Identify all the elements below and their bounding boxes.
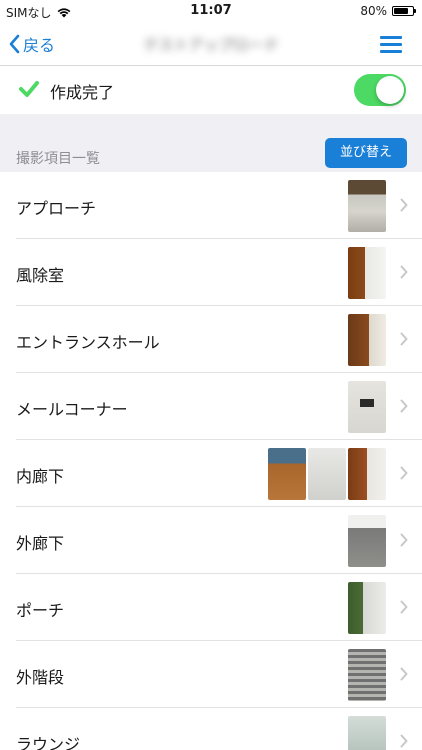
photo-thumbnail[interactable] [348,716,386,750]
photo-thumbnail[interactable] [348,448,386,500]
chevron-right-icon [400,198,408,212]
item-label: 風除室 [16,266,65,285]
photo-thumbnails [348,582,386,634]
photo-thumbnail[interactable] [308,448,346,500]
photo-thumbnails [348,180,386,232]
battery-icon [392,6,416,16]
battery-fill [394,8,409,14]
list-item-approach[interactable]: アプローチ [0,172,422,239]
chevron-right-icon [400,399,408,413]
list-item-outer-stairs[interactable]: 外階段 [0,641,422,708]
item-label: ポーチ [16,601,65,620]
photo-thumbnail[interactable] [348,582,386,634]
photo-thumbnails [348,649,386,701]
list-item-mail-corner[interactable]: メールコーナー [0,373,422,440]
menu-line-1 [380,36,402,39]
chevron-right-icon [400,332,408,346]
navigation-bar: 戻る テストアップロード [0,22,422,66]
list-item-outer-corridor[interactable]: 外廊下 [0,507,422,574]
photo-thumbnail[interactable] [268,448,306,500]
photo-thumbnail[interactable] [348,515,386,567]
completion-toggle[interactable] [354,74,406,106]
back-button[interactable]: 戻る [8,32,55,56]
completion-label: 作成完了 [50,83,115,102]
chevron-right-icon [400,466,408,480]
menu-line-3 [380,50,402,53]
photo-thumbnails [348,716,386,750]
chevron-right-icon [400,600,408,614]
item-label: 内廊下 [16,467,65,486]
chevron-right-icon [400,734,408,748]
completion-row: 作成完了 [0,67,422,113]
checkmark-icon [19,81,39,97]
chevron-right-icon [400,265,408,279]
shooting-item-list: アプローチ 風除室 エントランスホール メールコーナー 内廊下 外廊下 ポーチ … [0,172,422,750]
back-label: 戻る [23,36,56,55]
page-title: テストアップロード [143,36,279,54]
item-label: 外階段 [16,668,65,687]
list-item-porch[interactable]: ポーチ [0,574,422,641]
item-label: アプローチ [16,199,97,218]
list-item-vestibule[interactable]: 風除室 [0,239,422,306]
clock: 11:07 [190,3,232,18]
list-item-lounge[interactable]: ラウンジ [0,708,422,750]
chevron-left-icon [9,34,20,54]
section-header: 撮影項目一覧 並び替え [0,114,422,172]
photo-thumbnails [348,381,386,433]
chevron-right-icon [400,533,408,547]
item-label: 外廊下 [16,534,65,553]
battery-percent: 80% [360,4,387,18]
sort-button[interactable]: 並び替え [325,138,407,168]
menu-button[interactable] [380,36,402,53]
item-label: ラウンジ [16,735,81,750]
photo-thumbnail[interactable] [348,381,386,433]
photo-thumbnail[interactable] [348,180,386,232]
list-item-inner-corridor[interactable]: 内廊下 [0,440,422,507]
photo-thumbnails [348,515,386,567]
menu-line-2 [380,43,402,46]
photo-thumbnail[interactable] [348,649,386,701]
section-title: 撮影項目一覧 [16,151,100,167]
photo-thumbnails [348,247,386,299]
item-label: エントランスホール [16,333,160,352]
status-right: 80% [360,4,416,18]
photo-thumbnail[interactable] [348,314,386,366]
toggle-knob [376,76,404,104]
photo-thumbnail[interactable] [348,247,386,299]
chevron-right-icon [400,667,408,681]
photo-thumbnails [268,448,386,500]
list-item-entrance-hall[interactable]: エントランスホール [0,306,422,373]
item-label: メールコーナー [16,400,128,419]
photo-thumbnails [348,314,386,366]
status-bar: SIMなし 11:07 80% [0,0,422,22]
